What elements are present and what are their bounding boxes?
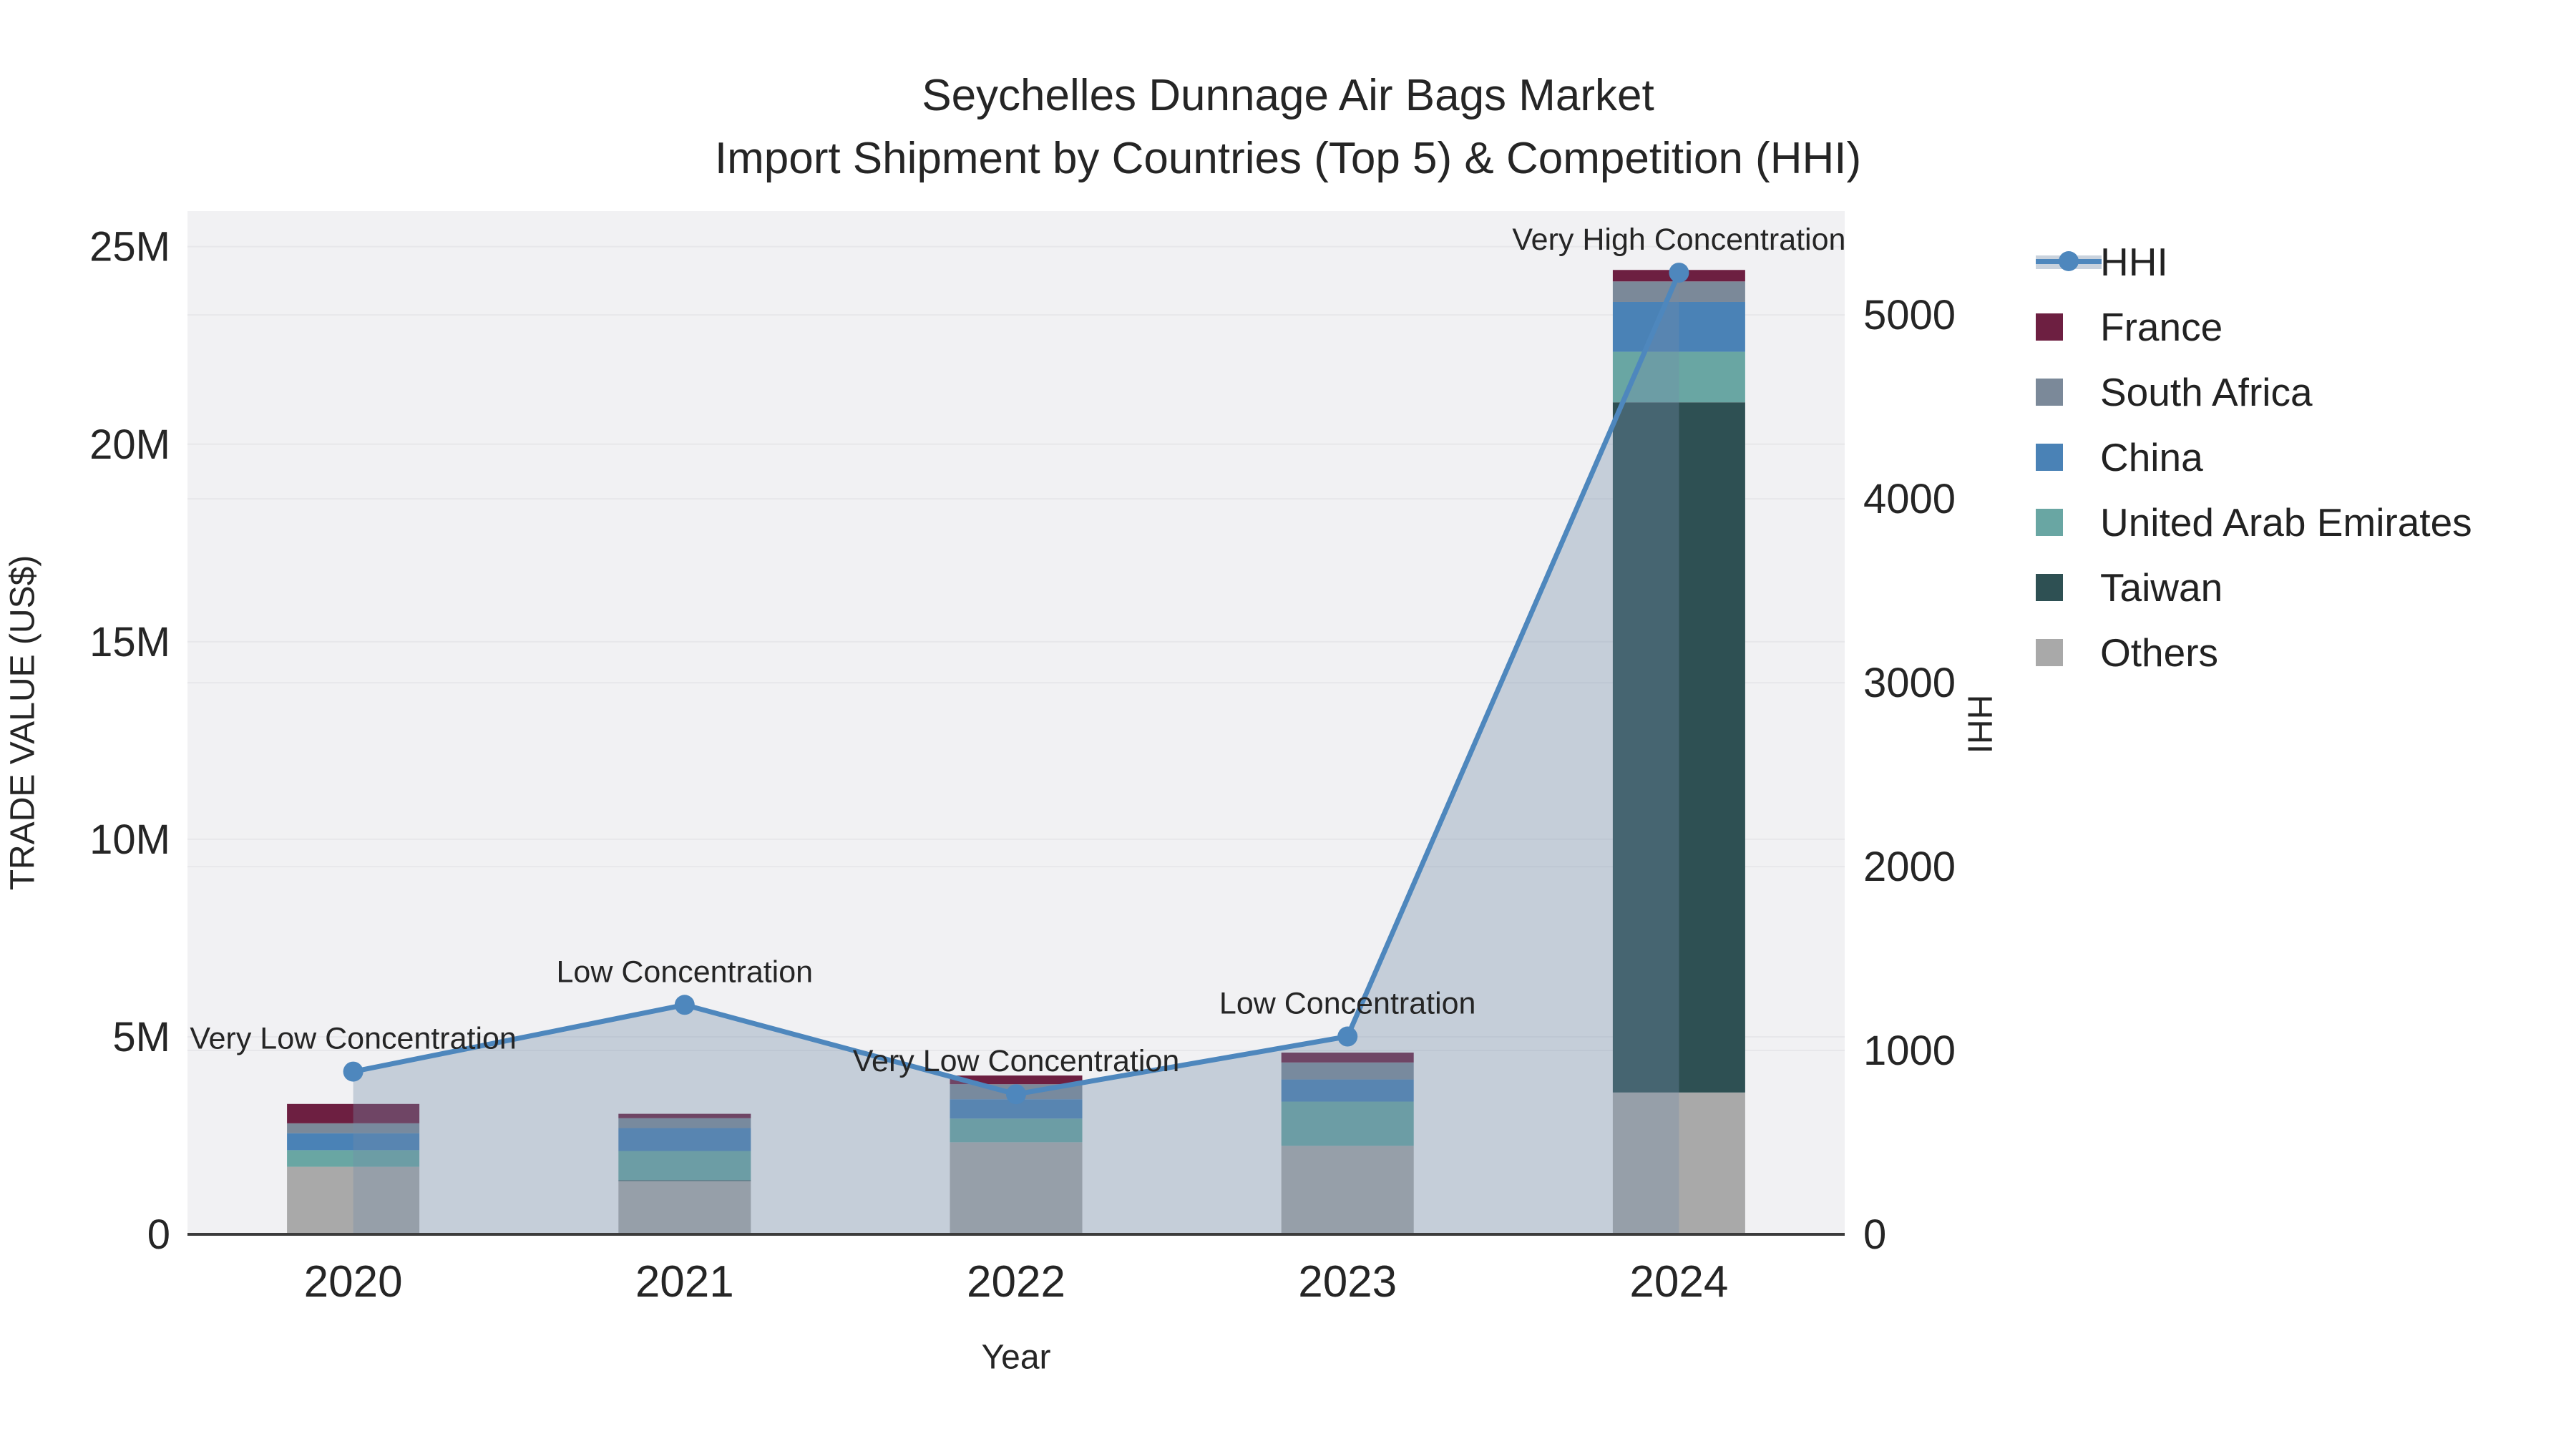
legend-item-taiwan[interactable]: Taiwan — [2036, 555, 2472, 620]
hhi-marker — [1006, 1084, 1026, 1105]
y-axis-right-title: HHI — [1960, 694, 1999, 754]
x-axis-title: Year — [981, 1338, 1051, 1377]
legend-swatch-united-arab-emirates — [2036, 508, 2063, 536]
legend: HHI France South Africa China United Arab Em… — [2036, 229, 2472, 685]
legend-label: HHI — [2100, 239, 2168, 284]
y-left-tick-label: 20M — [89, 421, 170, 468]
legend-label: China — [2100, 434, 2203, 479]
x-tick-label: 2020 — [304, 1257, 403, 1307]
legend-item-others[interactable]: Others — [2036, 620, 2472, 685]
legend-label: South Africa — [2100, 369, 2313, 414]
legend-item-china[interactable]: China — [2036, 424, 2472, 489]
legend-swatch-china — [2036, 443, 2063, 471]
legend-hhi-marker-dot — [2059, 250, 2079, 271]
x-tick-label: 2024 — [1629, 1257, 1728, 1307]
legend-swatch-taiwan — [2036, 573, 2063, 601]
hhi-marker — [343, 1061, 364, 1082]
y-right-tick-label: 0 — [1863, 1211, 1886, 1258]
annotation-label: Very Low Concentration — [190, 1022, 517, 1056]
legend-label: France — [2100, 304, 2223, 349]
y-left-tick-label: 15M — [89, 619, 170, 665]
y-axis-left-title: TRADE VALUE (US$) — [4, 555, 42, 891]
plot-area-svg: 0 5M 10M 15M 20M 25M 0 1000 2000 3000 4000 5000 2020… — [89, 211, 1956, 1307]
annotation-label: Low Concentration — [557, 955, 814, 989]
y-right-tick-label: 5000 — [1863, 292, 1956, 338]
legend-item-france[interactable]: France — [2036, 294, 2472, 359]
hhi-marker — [674, 995, 695, 1015]
x-tick-label: 2022 — [967, 1257, 1065, 1307]
legend-label: United Arab Emirates — [2100, 499, 2472, 545]
x-tick-label: 2021 — [635, 1257, 734, 1307]
hhi-marker — [1337, 1026, 1358, 1047]
hhi-marker — [1669, 263, 1689, 283]
y-left-tick-label: 10M — [89, 816, 170, 863]
legend-hhi-line-swatch — [2036, 248, 2102, 275]
y-left-tick-label: 25M — [89, 224, 170, 270]
annotation-label: Low Concentration — [1219, 987, 1476, 1021]
legend-label: Others — [2100, 630, 2219, 675]
annotation-label: Very Low Concentration — [853, 1044, 1180, 1078]
legend-swatch-france — [2036, 313, 2063, 341]
y-right-tick-label: 4000 — [1863, 476, 1956, 522]
legend-item-united-arab-emirates[interactable]: United Arab Emirates — [2036, 489, 2472, 555]
y-right-tick-label: 3000 — [1863, 660, 1956, 706]
chart-canvas: Seychelles Dunnage Air Bags Market Impor… — [0, 0, 2576, 1449]
annotation-label: Very High Concentration — [1512, 223, 1845, 257]
legend-item-south-africa[interactable]: South Africa — [2036, 359, 2472, 424]
y-left-tick-label: 0 — [147, 1211, 170, 1258]
x-tick-label: 2023 — [1298, 1257, 1397, 1307]
y-left-tick-label: 5M — [112, 1014, 170, 1060]
legend-swatch-others — [2036, 638, 2063, 666]
y-right-tick-label: 2000 — [1863, 844, 1956, 890]
y-right-tick-label: 1000 — [1863, 1028, 1956, 1074]
legend-label: Taiwan — [2100, 565, 2223, 610]
legend-item-hhi[interactable]: HHI — [2036, 229, 2472, 294]
legend-swatch-south-africa — [2036, 378, 2063, 406]
